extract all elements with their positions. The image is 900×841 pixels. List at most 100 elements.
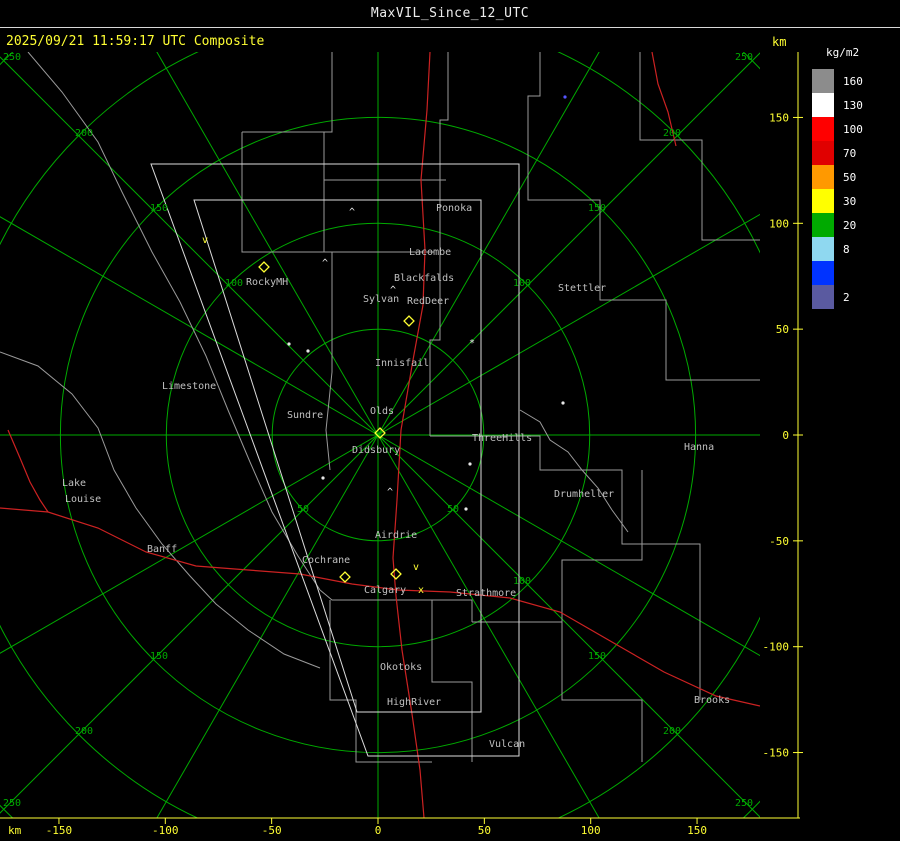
city-label-louise: Louise xyxy=(65,494,101,505)
vil-color-legend: kg/m2 160 130 100 70 50 30 20 8 2 xyxy=(812,46,896,309)
range-label: 250 xyxy=(3,798,21,809)
right-axis-tick-label: 0 xyxy=(782,429,789,442)
range-label: 200 xyxy=(75,128,93,139)
city-label-cochrane: Cochrane xyxy=(302,555,350,566)
city-label-lacombe: Lacombe xyxy=(409,247,451,258)
legend-item: 70 xyxy=(812,141,896,165)
legend-value-label: 2 xyxy=(843,290,850,304)
v-marker: v xyxy=(413,562,419,573)
radar-map-canvas[interactable]: 250200150100 10015020025015020025050 50100… xyxy=(0,0,900,841)
city-label-sylvan: Sylvan xyxy=(363,294,399,305)
range-label: 100 xyxy=(513,576,531,587)
bottom-axis-tick-label: 50 xyxy=(478,824,491,837)
legend-swatch xyxy=(812,69,834,93)
radar-site-diamond-marker xyxy=(403,315,415,327)
bottom-axis-tick-label: 100 xyxy=(581,824,601,837)
legend-swatch xyxy=(812,237,834,261)
range-label: 150 xyxy=(150,651,168,662)
legend-swatch xyxy=(812,165,834,189)
right-axis-tick-label: -50 xyxy=(769,535,789,548)
dot-marker xyxy=(464,507,468,511)
dot-marker xyxy=(468,462,472,466)
dot-marker xyxy=(306,349,310,353)
legend-value-label: 70 xyxy=(843,146,857,160)
legend-swatch xyxy=(812,285,834,309)
city-label-brooks: Brooks xyxy=(694,695,730,706)
city-label-vulcan: Vulcan xyxy=(489,739,525,750)
range-label: 100 xyxy=(513,278,531,289)
legend-item: 30 xyxy=(812,189,896,213)
legend-item: 2 xyxy=(812,285,896,309)
legend-items: 160 130 100 70 50 30 20 8 2 xyxy=(812,69,896,309)
legend-item: 100 xyxy=(812,117,896,141)
legend-value-label: 160 xyxy=(843,74,863,88)
legend-item: 130 xyxy=(812,93,896,117)
range-label: 50 xyxy=(447,504,459,515)
legend-swatch xyxy=(812,117,834,141)
legend-value-label: 20 xyxy=(843,218,857,232)
legend-swatch xyxy=(812,141,834,165)
city-label-limestone: Limestone xyxy=(162,381,216,392)
city-label-stettler: Stettler xyxy=(558,283,606,294)
bottom-axis-unit: km xyxy=(8,824,22,837)
window-titlebar: MaxVIL_Since_12_UTC xyxy=(0,0,900,28)
city-label-reddeer: RedDeer xyxy=(407,296,449,307)
bottom-axis-tick-label: -150 xyxy=(46,824,73,837)
legend-value-label: 8 xyxy=(843,242,850,256)
dot-marker xyxy=(287,342,291,346)
legend-swatch xyxy=(812,189,834,213)
city-label-banff: Banff xyxy=(147,544,177,555)
legend-value-label: 130 xyxy=(843,98,863,112)
range-label: 150 xyxy=(588,203,606,214)
city-label-calgary: Calgary xyxy=(364,585,406,596)
legend-value-label: 50 xyxy=(843,170,857,184)
right-axis-unit-label: km xyxy=(772,35,787,49)
bottom-axis-tick-label: 150 xyxy=(687,824,707,837)
right-axis-tick-label: 50 xyxy=(776,323,789,336)
range-label: 250 xyxy=(3,52,21,63)
right-axis-tick-label: -100 xyxy=(763,641,790,654)
range-ring-200 xyxy=(0,52,760,818)
legend-title: kg/m2 xyxy=(826,46,860,59)
radar-site-diamond-marker xyxy=(339,571,351,583)
city-label-highriver: HighRiver xyxy=(387,697,441,708)
city-label-sundre: Sundre xyxy=(287,410,323,421)
radar-site-diamond-marker xyxy=(390,568,402,580)
legend-item: 50 xyxy=(812,165,896,189)
range-rings xyxy=(0,52,760,818)
right-axis-tick-label: -150 xyxy=(763,747,790,760)
range-label: 150 xyxy=(588,651,606,662)
range-label: 150 xyxy=(150,203,168,214)
city-label-drumheller: Drumheller xyxy=(554,489,614,500)
city-label-rockymh: RockyMH xyxy=(246,277,288,288)
range-label: 200 xyxy=(663,726,681,737)
axes: 150 100 50 0 -50 -100 -150 -150 -100 -50 0 50 100 150… xyxy=(0,52,803,837)
dot-marker xyxy=(321,476,325,480)
caret-marker: ^ xyxy=(349,207,355,218)
dot-marker xyxy=(563,95,567,99)
x-marker: x xyxy=(418,585,424,596)
bottom-axis-tick-label: -50 xyxy=(262,824,282,837)
dot-marker xyxy=(561,401,565,405)
legend-item: 160 xyxy=(812,69,896,93)
city-label-okotoks: Okotoks xyxy=(380,662,422,673)
range-label: 200 xyxy=(663,128,681,139)
range-label: 100 xyxy=(225,278,243,289)
timestamp-label: 2025/09/21 11:59:17 UTC Composite xyxy=(6,34,265,49)
legend-item: 8 xyxy=(812,237,896,261)
city-label-innisfail: Innisfail xyxy=(375,358,429,369)
range-label: 50 xyxy=(297,504,309,515)
city-label-hanna: Hanna xyxy=(684,442,714,453)
right-axis-tick-label: 100 xyxy=(769,217,789,230)
v-marker: v xyxy=(202,235,208,246)
caret-marker: ^ xyxy=(387,487,393,498)
city-label-blackfalds: Blackfalds xyxy=(394,273,454,284)
city-label-olds: Olds xyxy=(370,406,394,417)
range-label: 250 xyxy=(735,52,753,63)
site-markers: vvx*^^^^ xyxy=(202,95,567,596)
city-label-strathmore: Strathmore xyxy=(456,588,516,599)
city-label-lake: Lake xyxy=(62,478,86,489)
city-label-didsbury: Didsbury xyxy=(352,445,400,456)
legend-value-label: 100 xyxy=(843,122,863,136)
legend-item xyxy=(812,261,896,285)
